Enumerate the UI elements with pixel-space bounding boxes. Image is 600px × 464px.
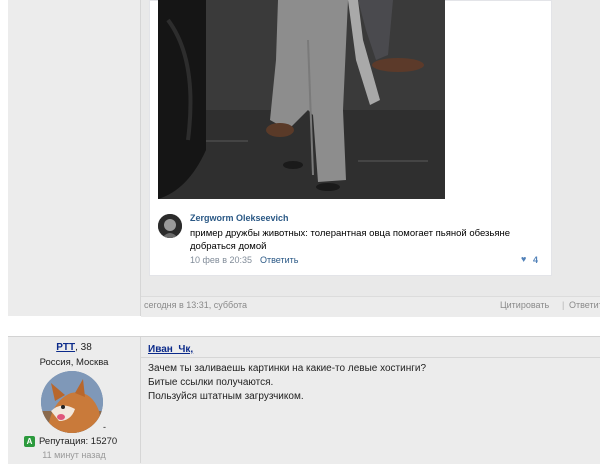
comment-author-link[interactable]: Zergworm Olekseevich: [190, 213, 289, 223]
post-timestamp: сегодня в 13:31, суббота: [144, 300, 248, 310]
reputation-badge-icon: A: [24, 436, 35, 447]
avatar[interactable]: [158, 214, 182, 238]
user-location: Россия, Москва: [39, 357, 109, 368]
like-count[interactable]: 4: [533, 255, 538, 265]
heart-icon[interactable]: ♥: [521, 254, 526, 264]
message-line: Пользуйся штатным загрузчиком.: [148, 391, 304, 402]
last-online: 11 минут назад: [42, 450, 106, 460]
message-line: Зачем ты заливаешь картинки на какие-то …: [148, 363, 427, 374]
user-age: , 38: [75, 342, 92, 353]
reply-button[interactable]: Ответить: [569, 300, 600, 310]
user-info-line: PTT, 38: [0, 342, 148, 353]
reputation-value: Репутация: 15270: [39, 436, 118, 447]
addressed-user-link[interactable]: Иван_Чк,: [148, 344, 193, 355]
post-author-column: [8, 0, 141, 316]
post-divider: [141, 357, 600, 358]
addressed-user: Иван_Чк,: [148, 344, 193, 355]
comment-reply-link[interactable]: Ответить: [260, 255, 298, 265]
username-link[interactable]: PTT: [56, 342, 75, 353]
message-line: Битые ссылки получаются.: [148, 377, 274, 388]
user-status-dash: -: [103, 422, 106, 432]
comment-text: пример дружбы животных: толерантная овца…: [190, 228, 510, 252]
post-message: Зачем ты заливаешь картинки на какие-то …: [148, 362, 426, 404]
avatar[interactable]: [41, 371, 103, 433]
quote-button[interactable]: Цитировать: [500, 300, 549, 310]
footer-separator: |: [562, 300, 565, 310]
embedded-photo[interactable]: [158, 0, 445, 199]
comment-date[interactable]: 10 фев в 20:35: [190, 255, 252, 265]
